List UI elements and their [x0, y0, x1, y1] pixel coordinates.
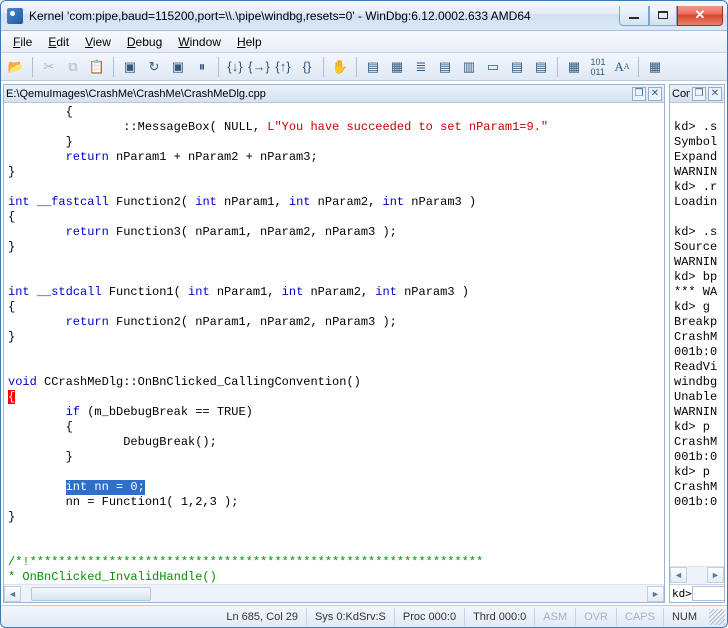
windbg-window: Kernel 'com:pipe,baud=115200,port=\\.\pi… [0, 0, 728, 628]
command-pane-header[interactable]: Command ❐ ✕ [670, 85, 724, 103]
resize-grip-icon[interactable] [709, 609, 725, 625]
status-sys[interactable]: Sys 0:KdSrv:S [306, 608, 394, 626]
font-icon[interactable]: AA [611, 56, 633, 78]
scratch-icon[interactable]: ▥ [458, 56, 480, 78]
cmd-scroll-left-icon[interactable]: ◄ [670, 567, 687, 583]
status-thrd[interactable]: Thrd 000:0 [464, 608, 534, 626]
statusbar: Ln 685, Col 29 Sys 0:KdSrv:S Proc 000:0 … [1, 605, 727, 627]
scroll-right-icon[interactable]: ► [647, 586, 664, 602]
binary-icon[interactable]: 101011 [587, 56, 609, 78]
source-icon[interactable]: ▦ [563, 56, 585, 78]
menu-file[interactable]: File [5, 33, 40, 51]
minimize-button[interactable] [619, 6, 649, 26]
window-title: Kernel 'com:pipe,baud=115200,port=\\.\pi… [29, 9, 619, 23]
menubar: File Edit View Debug Window Help [1, 31, 727, 53]
menu-help[interactable]: Help [229, 33, 270, 51]
command-prompt: kd> [672, 587, 692, 600]
command-icon[interactable]: ▭ [482, 56, 504, 78]
source-pane: E:\QemuImages\CrashMe\CrashMe\CrashMeDlg… [3, 84, 665, 603]
copy-icon[interactable]: ⧉ [62, 56, 84, 78]
source-code-area[interactable]: { ::MessageBox( NULL, L"You have succeed… [4, 103, 664, 584]
hand-icon[interactable]: ✋ [329, 56, 351, 78]
paste-icon[interactable]: 📋 [86, 56, 108, 78]
step-into-icon[interactable]: {↓} [224, 56, 246, 78]
menu-debug[interactable]: Debug [119, 33, 170, 51]
close-cmd-icon[interactable]: ✕ [708, 87, 722, 101]
source-path: E:\QemuImages\CrashMe\CrashMe\CrashMeDlg… [6, 88, 630, 100]
command-body: kd> .s Symbol Expand WARNIN kd> .r Loadi… [670, 103, 724, 602]
cut-icon[interactable]: ✂ [38, 56, 60, 78]
locals-icon[interactable]: ▤ [530, 56, 552, 78]
close-button[interactable]: ✕ [677, 6, 723, 26]
memory-icon[interactable]: ▦ [386, 56, 408, 78]
open-icon[interactable]: 📂 [5, 56, 27, 78]
maximize-button[interactable] [649, 6, 677, 26]
status-proc[interactable]: Proc 000:0 [394, 608, 464, 626]
scroll-thumb[interactable] [31, 587, 151, 601]
command-input-row: kd> [670, 584, 724, 602]
cmd-scroll-track[interactable] [687, 567, 707, 584]
app-icon [7, 8, 23, 24]
source-pane-header[interactable]: E:\QemuImages\CrashMe\CrashMe\CrashMeDlg… [4, 85, 664, 103]
toolbar: 📂 ✂ ⧉ 📋 ▣ ↻ ▣ ⏸ {↓} {→} {↑} {} ✋ ▤ ▦ ≣ ▤… [1, 53, 727, 81]
status-caps: CAPS [616, 608, 663, 626]
workspace: E:\QemuImages\CrashMe\CrashMe\CrashMeDlg… [1, 81, 727, 605]
registers-icon[interactable]: ▤ [362, 56, 384, 78]
watch-icon[interactable]: ▤ [506, 56, 528, 78]
command-input[interactable] [692, 586, 724, 601]
command-hscrollbar[interactable]: ◄ ► [670, 566, 724, 584]
break-icon[interactable]: ⏸ [191, 56, 213, 78]
menu-view[interactable]: View [77, 33, 119, 51]
command-pane: Command ❐ ✕ kd> .s Symbol Expand WARNIN … [669, 84, 725, 603]
command-output[interactable]: kd> .s Symbol Expand WARNIN kd> .r Loadi… [670, 103, 724, 566]
step-out-icon[interactable]: {↑} [272, 56, 294, 78]
titlebar[interactable]: Kernel 'com:pipe,baud=115200,port=\\.\pi… [1, 1, 727, 31]
scroll-track[interactable] [21, 586, 647, 602]
disassembly-icon[interactable]: ▤ [434, 56, 456, 78]
scroll-left-icon[interactable]: ◄ [4, 586, 21, 602]
menu-window[interactable]: Window [170, 33, 229, 51]
restore-cmd-icon[interactable]: ❐ [692, 87, 706, 101]
run-to-cursor-icon[interactable]: {} [296, 56, 318, 78]
source-body: { ::MessageBox( NULL, L"You have succeed… [4, 103, 664, 602]
window-buttons: ✕ [619, 6, 723, 26]
restart-icon[interactable]: ↻ [143, 56, 165, 78]
toolbar-opts-icon[interactable]: ▦ [644, 56, 666, 78]
cmd-scroll-right-icon[interactable]: ► [707, 567, 724, 583]
status-asm: ASM [534, 608, 575, 626]
stop-icon[interactable]: ▣ [167, 56, 189, 78]
go-icon[interactable]: ▣ [119, 56, 141, 78]
status-num: NUM [663, 608, 705, 626]
restore-pane-icon[interactable]: ❐ [632, 87, 646, 101]
status-ovr: OVR [575, 608, 616, 626]
status-position: Ln 685, Col 29 [218, 608, 306, 626]
menu-edit[interactable]: Edit [40, 33, 77, 51]
close-pane-icon[interactable]: ✕ [648, 87, 662, 101]
source-hscrollbar[interactable]: ◄ ► [4, 584, 664, 602]
step-over-icon[interactable]: {→} [248, 56, 270, 78]
call-stack-icon[interactable]: ≣ [410, 56, 432, 78]
command-title: Command [672, 88, 690, 100]
